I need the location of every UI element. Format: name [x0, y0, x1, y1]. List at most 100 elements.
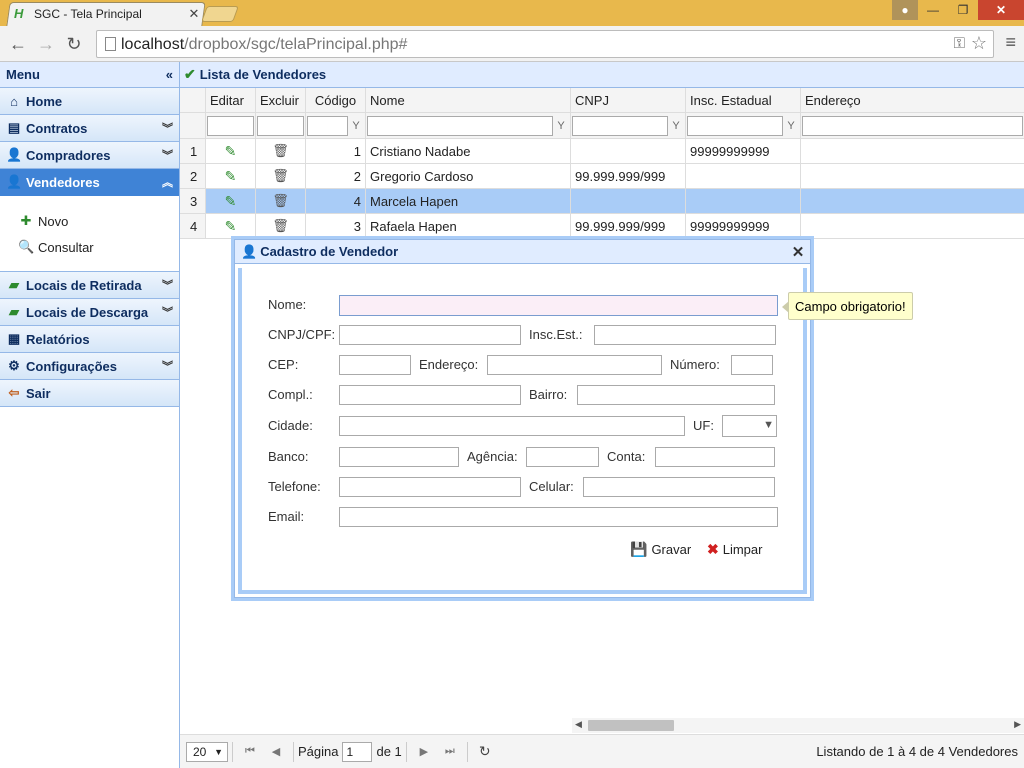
edit-pencil-icon[interactable]: ✎: [225, 143, 237, 160]
last-page-icon[interactable]: ⏭: [437, 745, 463, 758]
uf-label: UF:: [693, 418, 714, 433]
table-row-selected[interactable]: 3 ✎ 🗑 4 Marcela Hapen: [180, 189, 1024, 214]
sidebar-item-vendedores[interactable]: 👤 Vendedores ︽: [0, 169, 179, 196]
save-button[interactable]: 💾 Gravar: [630, 541, 691, 558]
column-header[interactable]: Endereço: [801, 88, 1024, 112]
reload-icon[interactable]: ↻: [64, 34, 84, 54]
browser-tab-content[interactable]: H SGC - Tela Principal ✕: [14, 4, 200, 24]
table-row[interactable]: 1 ✎ 🗑 1 Cristiano Nadabe 99999999999: [180, 139, 1024, 164]
first-page-icon[interactable]: ⏮: [237, 745, 263, 758]
cep-field[interactable]: [339, 355, 411, 375]
banco-field[interactable]: [339, 447, 459, 467]
uf-select[interactable]: ▼: [722, 415, 777, 437]
nome-field[interactable]: [339, 295, 778, 316]
filter-icon[interactable]: Y: [553, 120, 569, 132]
scroll-right-icon[interactable]: ▶: [1014, 719, 1021, 730]
clear-button[interactable]: ✖ Limpar: [707, 541, 762, 558]
page-number-input[interactable]: 1: [342, 741, 373, 762]
page-size-select[interactable]: 20 ▼: [186, 741, 228, 762]
edit-pencil-icon[interactable]: ✎: [225, 168, 237, 185]
submenu-item-consultar[interactable]: 🔍 Consultar: [0, 234, 179, 260]
column-header[interactable]: Excluir: [256, 88, 306, 112]
forward-icon[interactable]: →: [36, 34, 56, 54]
back-icon[interactable]: ←: [8, 34, 28, 54]
numero-field[interactable]: [731, 355, 773, 375]
delete-trash-icon[interactable]: 🗑: [272, 193, 289, 209]
edit-pencil-icon[interactable]: ✎: [225, 193, 237, 210]
sidebar-item-configuracoes[interactable]: ⚙ Configurações ︾: [0, 353, 179, 380]
delete-trash-icon[interactable]: 🗑: [272, 143, 289, 159]
browser-menu-icon[interactable]: ≡: [1005, 32, 1016, 53]
maximize-icon[interactable]: ❐: [948, 0, 978, 20]
filter-icon[interactable]: Y: [668, 120, 684, 132]
sidebar-item-contratos[interactable]: ▤ Contratos ︾: [0, 115, 179, 142]
ie-field[interactable]: [594, 325, 776, 345]
close-tab-icon[interactable]: ✕: [188, 6, 200, 22]
filter-input[interactable]: [367, 115, 553, 136]
chevron-down-icon[interactable]: ︾: [162, 277, 173, 293]
edit-pencil-icon[interactable]: ✎: [225, 218, 237, 235]
sidebar-item-home[interactable]: ⌂ Home: [0, 88, 179, 115]
filter-input[interactable]: [257, 115, 304, 136]
column-header[interactable]: Insc. Estadual: [686, 88, 801, 112]
close-window-icon[interactable]: ✕: [978, 0, 1024, 20]
column-header[interactable]: Código: [306, 88, 366, 112]
filter-input[interactable]: [687, 115, 783, 136]
cidade-field[interactable]: [339, 416, 685, 436]
chevron-down-icon[interactable]: ︾: [162, 120, 173, 136]
delete-trash-icon[interactable]: 🗑: [272, 218, 289, 234]
filter-input[interactable]: [207, 115, 254, 136]
chevron-down-icon[interactable]: ︾: [162, 358, 173, 374]
email-field[interactable]: [339, 507, 778, 527]
table-row[interactable]: 4 ✎ 🗑 3 Rafaela Hapen 99.999.999/999 999…: [180, 214, 1024, 239]
prev-page-icon[interactable]: ◀: [263, 745, 289, 758]
bairro-field[interactable]: [577, 385, 775, 405]
horizontal-scrollbar[interactable]: ◀ ▶: [572, 718, 1024, 733]
sidebar-item-locais-retirada[interactable]: ▰ Locais de Retirada ︾: [0, 272, 179, 299]
filter-input[interactable]: [572, 115, 668, 136]
close-icon[interactable]: ✕: [786, 243, 810, 261]
grid-header-row: Editar Excluir Código Nome CNPJ Insc. Es…: [180, 88, 1024, 113]
agencia-field[interactable]: [526, 447, 599, 467]
refresh-icon[interactable]: ↻: [472, 743, 498, 760]
chevron-down-icon[interactable]: ︾: [162, 304, 173, 320]
telefone-field[interactable]: [339, 477, 521, 497]
bookmark-star-icon[interactable]: ☆: [971, 33, 987, 54]
submenu-item-novo[interactable]: ✚ Novo: [0, 208, 179, 234]
sidebar-item-sair[interactable]: ⇦ Sair: [0, 380, 179, 407]
minimize-icon[interactable]: —: [918, 0, 948, 20]
profile-icon[interactable]: ●: [892, 0, 918, 20]
column-header[interactable]: CNPJ: [571, 88, 686, 112]
column-header[interactable]: Nome: [366, 88, 571, 112]
filter-input[interactable]: [802, 115, 1023, 136]
ie-cell: 99999999999: [686, 139, 801, 163]
sidebar-item-relatorios[interactable]: ▦ Relatórios: [0, 326, 179, 353]
table-row[interactable]: 2 ✎ 🗑 2 Gregorio Cardoso 99.999.999/999: [180, 164, 1024, 189]
pagination-info: Listando de 1 à 4 de 4 Vendedores: [816, 744, 1018, 759]
filter-icon[interactable]: Y: [783, 120, 799, 132]
next-page-icon[interactable]: ▶: [411, 745, 437, 758]
sidebar-item-locais-descarga[interactable]: ▰ Locais de Descarga ︾: [0, 299, 179, 326]
endereco-field[interactable]: [487, 355, 662, 375]
filter-input[interactable]: [307, 115, 348, 136]
column-header[interactable]: Editar: [206, 88, 256, 112]
filter-spacer: [180, 113, 206, 138]
cnpj-field[interactable]: [339, 325, 521, 345]
key-icon[interactable]: ⚿: [954, 35, 965, 52]
compl-field[interactable]: [339, 385, 521, 405]
sidebar-item-compradores[interactable]: 👤 Compradores ︾: [0, 142, 179, 169]
chevron-up-icon[interactable]: ︽: [162, 174, 173, 190]
scrollbar-thumb[interactable]: [588, 720, 674, 731]
edit-cell: ✎: [206, 164, 256, 188]
collapse-sidebar-icon[interactable]: «: [166, 67, 173, 82]
filter-icon[interactable]: Y: [348, 120, 364, 132]
page-label: Página: [298, 744, 339, 759]
site-favicon-icon: H: [14, 6, 24, 21]
scroll-left-icon[interactable]: ◀: [575, 719, 582, 730]
delete-trash-icon[interactable]: 🗑: [272, 168, 289, 184]
address-bar[interactable]: localhost/dropbox/sgc/telaPrincipal.php#…: [96, 30, 994, 58]
chevron-down-icon[interactable]: ︾: [162, 147, 173, 163]
new-tab-button[interactable]: [201, 6, 239, 22]
conta-field[interactable]: [655, 447, 775, 467]
celular-field[interactable]: [583, 477, 775, 497]
